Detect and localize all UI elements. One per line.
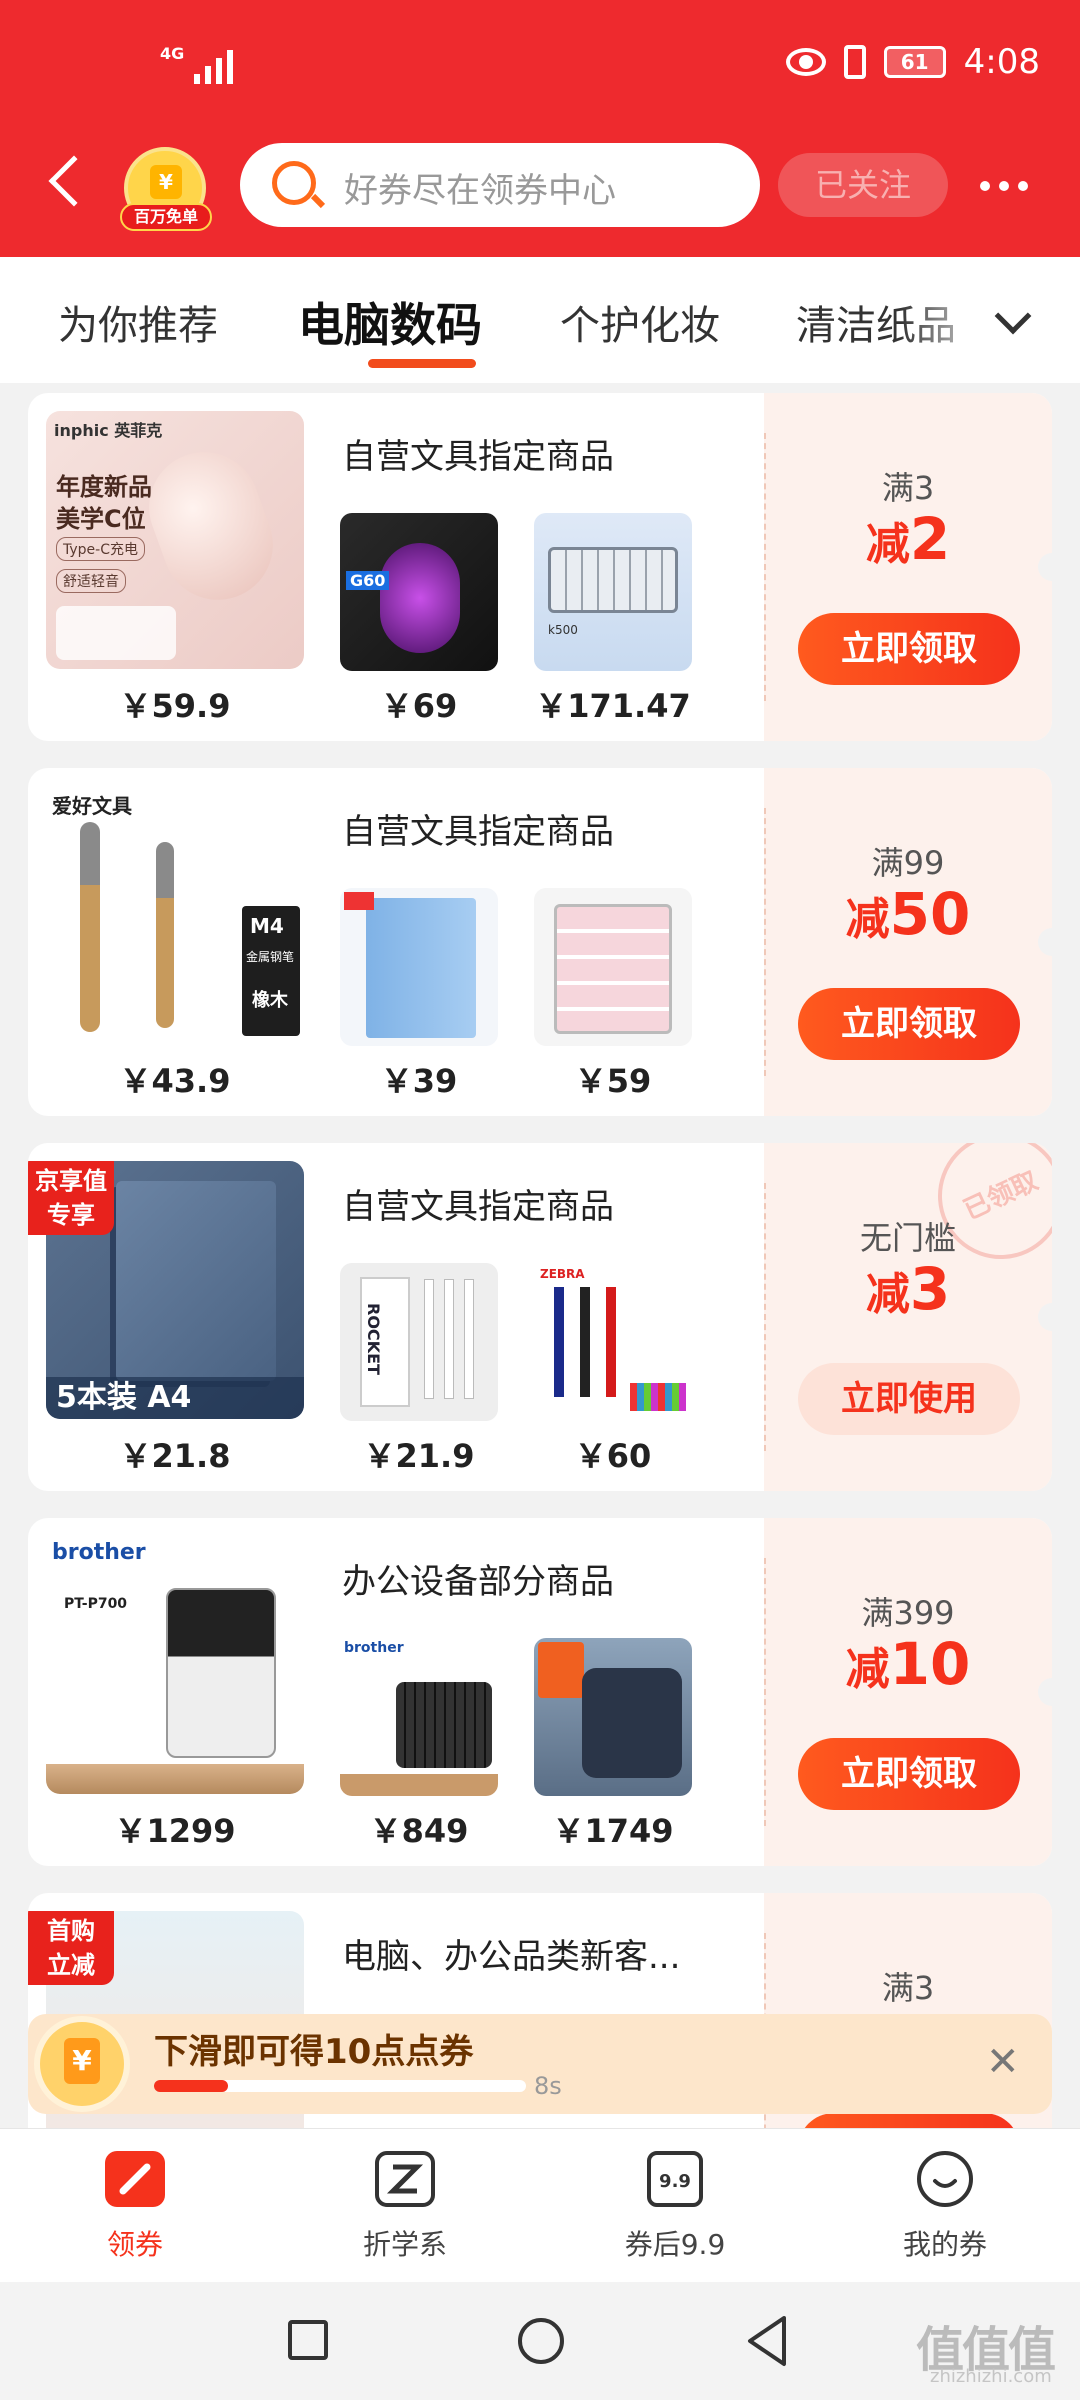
back-nav-icon[interactable] xyxy=(744,2314,792,2368)
coupon-condition: 满3 xyxy=(881,469,935,507)
logo-label: 百万免单 xyxy=(120,203,212,231)
coupon-list[interactable]: inphic 英菲克 年度新品 美学C位 Type-C充电 舒适轻音 ￥59.9… xyxy=(0,383,1080,2128)
eye-comfort-icon xyxy=(785,48,826,76)
product-image[interactable]: brother PT-P700 xyxy=(46,1536,304,1794)
nav-discount-series[interactable]: 折学系 xyxy=(270,2129,540,2283)
tab-personal-care[interactable]: 个护化妆 xyxy=(560,293,720,351)
status-bar: 4G 61 4:08 xyxy=(0,0,1080,137)
z-tab-icon xyxy=(375,2151,435,2207)
network-type: 4G xyxy=(160,44,185,63)
home-icon[interactable] xyxy=(518,2318,564,2364)
countdown: 8s xyxy=(534,2072,562,2100)
coupon-tab-icon xyxy=(105,2151,165,2207)
product-price: ￥59.9 xyxy=(119,687,231,725)
coupon-card: brother PT-P700 ￥1299 办公设备部分商品 brother ￥… xyxy=(28,1518,1052,1866)
search-placeholder: 好券尽在领券中心 xyxy=(344,171,616,211)
active-tab-indicator xyxy=(368,359,476,368)
product-thumb[interactable]: brother xyxy=(340,1638,498,1796)
signal-icon: 4G xyxy=(160,42,233,84)
coupon-discount: 减10 xyxy=(845,1630,971,1698)
product-price: ￥59 xyxy=(574,1062,652,1100)
product-price: ￥69 xyxy=(380,687,458,725)
scroll-reward-banner: 下滑即可得10点点券 8s ✕ xyxy=(28,2014,1052,2114)
follow-button[interactable]: 已关注 xyxy=(778,153,948,217)
battery-icon: 61 xyxy=(883,46,946,78)
nav-after-coupon[interactable]: 9.9 券后9.9 xyxy=(540,2129,810,2283)
system-nav-bar: 值值值 zhizhizhi.com xyxy=(0,2282,1080,2400)
nav-my-coupons[interactable]: 我的券 xyxy=(810,2129,1080,2283)
back-icon[interactable] xyxy=(48,155,100,207)
coupon-card: 爱好文具 M4 金属钢笔 橡木 ￥43.9 自营文具指定商品 ￥39 ￥59 满… xyxy=(28,768,1052,1116)
recents-icon[interactable] xyxy=(288,2320,328,2360)
coupon-condition: 满399 xyxy=(861,1594,955,1632)
product-thumb[interactable]: k500 xyxy=(534,513,692,671)
progress-bar xyxy=(154,2080,526,2092)
product-price: ￥43.9 xyxy=(119,1062,231,1100)
banner-text: 下滑即可得10点点券 xyxy=(154,2032,474,2072)
product-image[interactable]: 爱好文具 M4 金属钢笔 橡木 xyxy=(46,786,304,1044)
coupon-discount: 减2 xyxy=(865,505,951,573)
claim-coupon-button[interactable]: 立即领取 xyxy=(798,1738,1020,1810)
product-thumb[interactable]: ROCKET xyxy=(340,1263,498,1421)
tab-recommend[interactable]: 为你推荐 xyxy=(58,293,218,351)
coupon-title: 电脑、办公品类新客... xyxy=(342,1937,681,1977)
product-price: ￥60 xyxy=(574,1437,652,1475)
price-tag-icon: 9.9 xyxy=(647,2151,703,2207)
product-price: ￥171.47 xyxy=(535,687,691,725)
tab-digital[interactable]: 电脑数码 xyxy=(298,289,482,355)
use-coupon-button[interactable]: 立即使用 xyxy=(798,1363,1020,1435)
product-thumb[interactable]: ZEBRA xyxy=(534,1263,692,1421)
coupon-title: 自营文具指定商品 xyxy=(342,437,614,477)
coupon-condition: 满3 xyxy=(881,1969,935,2007)
product-thumb[interactable] xyxy=(534,888,692,1046)
product-thumb[interactable] xyxy=(534,1638,692,1796)
coupon-title: 办公设备部分商品 xyxy=(342,1562,614,1602)
search-icon xyxy=(272,161,316,205)
product-price: ￥1299 xyxy=(114,1812,236,1850)
product-thumb[interactable] xyxy=(340,888,498,1046)
coupon-card: inphic 英菲克 年度新品 美学C位 Type-C充电 舒适轻音 ￥59.9… xyxy=(28,393,1052,741)
vibrate-icon xyxy=(843,45,866,79)
svg-text:9.9: 9.9 xyxy=(659,2171,691,2192)
coupon-card: 5本装 A4 京享值 专享 ￥21.8 自营文具指定商品 ROCKET ￥21.9… xyxy=(28,1143,1052,1491)
clock: 4:08 xyxy=(963,42,1040,82)
nav-coupons[interactable]: 领券 xyxy=(0,2129,270,2283)
category-tabs: 为你推荐 电脑数码 个护化妆 清洁纸品 xyxy=(0,257,1080,383)
coupon-discount: 减50 xyxy=(845,880,971,948)
coupon-condition: 满99 xyxy=(871,844,945,882)
top-header: ¥ 百万免单 好券尽在领券中心 已关注 xyxy=(0,137,1080,257)
product-image[interactable]: inphic 英菲克 年度新品 美学C位 Type-C充电 舒适轻音 xyxy=(46,411,304,669)
watermark-url: zhizhizhi.com xyxy=(930,2366,1052,2387)
product-price: ￥21.9 xyxy=(363,1437,475,1475)
coupon-title: 自营文具指定商品 xyxy=(342,812,614,852)
product-price: ￥1749 xyxy=(552,1812,674,1850)
first-purchase-tag: 首购 立减 xyxy=(28,1911,114,1985)
claim-coupon-button[interactable]: 立即领取 xyxy=(798,988,1020,1060)
coupon-coin-icon xyxy=(34,2016,130,2112)
claim-coupon-button[interactable]: 立即领取 xyxy=(798,613,1020,685)
product-price: ￥21.8 xyxy=(119,1437,231,1475)
claim-coupon-button[interactable] xyxy=(798,2113,1020,2128)
product-thumb[interactable]: G60 xyxy=(340,513,498,671)
smile-icon xyxy=(917,2151,973,2207)
exclusive-tag: 京享值 专享 xyxy=(28,1161,114,1235)
coupon-discount: 减3 xyxy=(865,1255,951,1323)
bottom-nav: 领券 折学系 9.9 券后9.9 我的券 xyxy=(0,2128,1080,2282)
close-icon[interactable]: ✕ xyxy=(986,2040,1020,2084)
coupon-title: 自营文具指定商品 xyxy=(342,1187,614,1227)
search-bar[interactable]: 好券尽在领券中心 xyxy=(240,143,760,227)
coupon-condition: 无门槛 xyxy=(859,1219,956,1257)
more-icon[interactable] xyxy=(980,181,1028,191)
product-price: ￥39 xyxy=(380,1062,458,1100)
product-price: ￥849 xyxy=(369,1812,469,1850)
